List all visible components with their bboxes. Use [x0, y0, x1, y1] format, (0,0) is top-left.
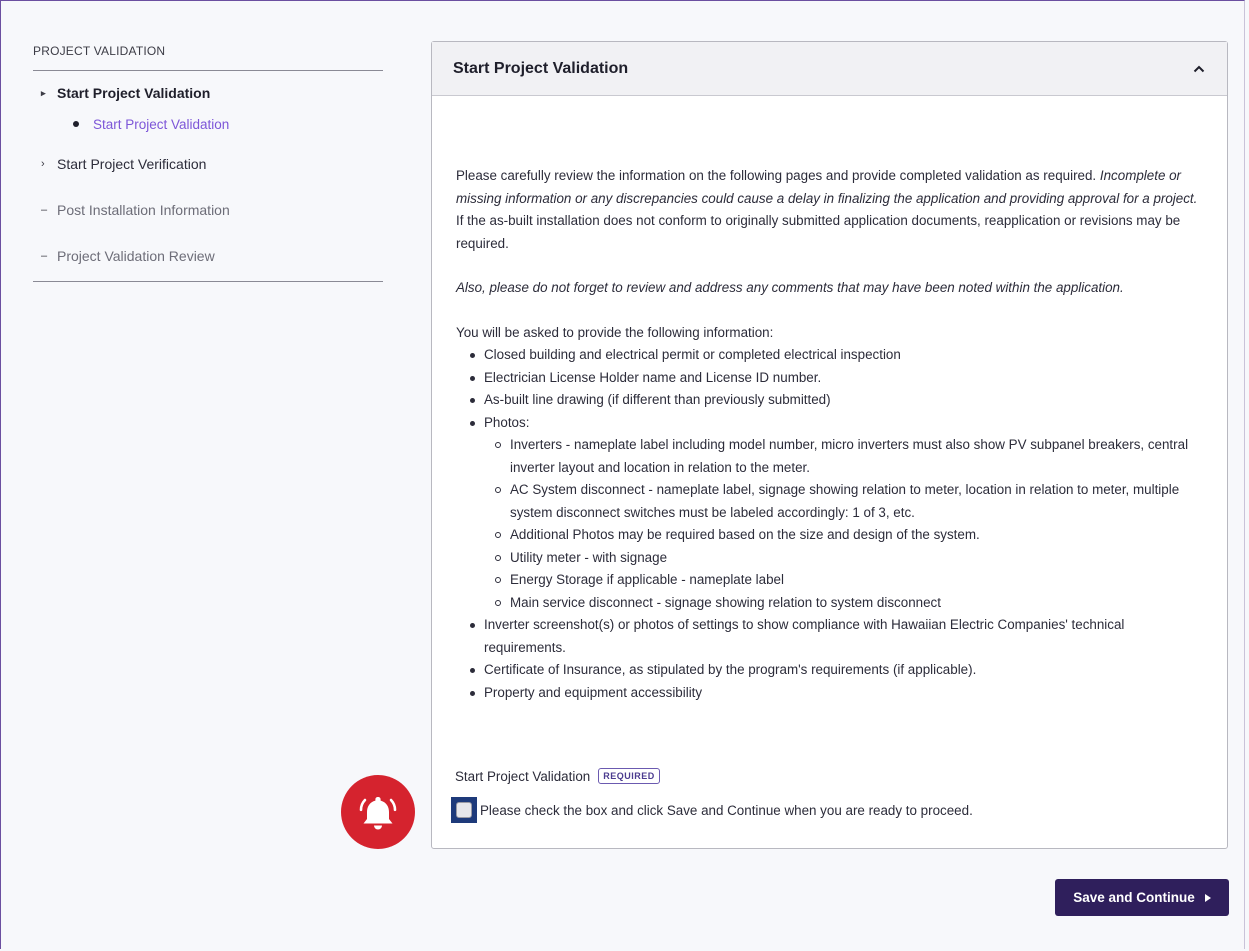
list-item: As-built line drawing (if different than… [470, 389, 1203, 412]
list-item: Additional Photos may be required based … [495, 524, 1203, 547]
save-button-label: Save and Continue [1073, 890, 1195, 905]
sidebar-item-label: Project Validation Review [57, 248, 215, 264]
sidebar-item-label: Start Project Verification [57, 156, 207, 172]
list-item: Closed building and electrical permit or… [470, 344, 1203, 367]
list-item: Inverter screenshot(s) or photos of sett… [470, 614, 1203, 659]
sidebar-item-start-project-verification[interactable]: › Start Project Verification [33, 141, 383, 187]
caret-down-icon: ▸ [41, 87, 46, 98]
validation-panel: Start Project Validation Please carefull… [431, 41, 1228, 849]
list-item: AC System disconnect - nameplate label, … [495, 479, 1203, 524]
bell-alert-icon[interactable] [341, 775, 415, 849]
confirm-field-label: Start Project Validation [455, 768, 591, 784]
intro-text-1: Please carefully review the information … [456, 168, 1097, 183]
confirm-field-label-row: Start Project Validation REQUIRED [455, 768, 660, 784]
sidebar-item-project-validation-review: – Project Validation Review [33, 233, 383, 279]
sidebar-item-label: Post Installation Information [57, 202, 230, 218]
list-item: Property and equipment accessibility [470, 682, 1203, 705]
list-intro: You will be asked to provide the followi… [456, 324, 774, 340]
dash-icon: – [41, 250, 48, 262]
intro-text-2: If the as-built installation does not co… [456, 213, 1181, 251]
panel-title: Start Project Validation [453, 59, 629, 77]
confirm-checkbox-label[interactable]: Please check the box and click Save and … [480, 803, 973, 818]
save-and-continue-button[interactable]: Save and Continue [1055, 879, 1229, 916]
list-item-photos: Photos: Inverters - nameplate label incl… [470, 412, 1203, 615]
sidebar-heading: PROJECT VALIDATION [33, 44, 383, 71]
reminder-text: Also, please do not forget to review and… [456, 277, 1203, 300]
reminder-italic: Also, please do not forget to review and… [456, 280, 1124, 295]
sidebar-nav: PROJECT VALIDATION ▸ Start Project Valid… [33, 44, 383, 282]
confirm-checkbox-row: Please check the box and click Save and … [451, 797, 973, 823]
chevron-right-icon: › [41, 158, 45, 170]
list-item: Electrician License Holder name and Lice… [470, 367, 1203, 390]
list-item: Certificate of Insurance, as stipulated … [470, 659, 1203, 682]
dash-icon: – [41, 204, 48, 216]
checkbox-focus-ring[interactable] [451, 797, 477, 823]
requirements-list: Closed building and electrical permit or… [456, 344, 1203, 704]
caret-right-icon [1204, 890, 1211, 905]
sidebar-list: ▸ Start Project Validation Start Project… [33, 71, 383, 279]
sidebar-item-post-installation-information: – Post Installation Information [33, 187, 383, 233]
intro-paragraph: Please carefully review the information … [456, 165, 1203, 255]
panel-body: Please carefully review the information … [432, 96, 1227, 704]
sidebar-item-label: Start Project Validation [57, 85, 211, 101]
confirm-checkbox[interactable] [456, 802, 472, 818]
list-item: Utility meter - with signage [495, 547, 1203, 570]
required-badge: REQUIRED [598, 768, 660, 784]
list-item: Main service disconnect - signage showin… [495, 592, 1203, 615]
list-item: Energy Storage if applicable - nameplate… [495, 569, 1203, 592]
photos-sublist: Inverters - nameplate label including mo… [484, 434, 1203, 614]
sidebar-item-start-project-validation[interactable]: ▸ Start Project Validation [33, 77, 383, 109]
sidebar-divider [33, 281, 383, 282]
panel-header[interactable]: Start Project Validation [432, 42, 1227, 96]
bullet-icon [73, 121, 79, 127]
chevron-up-icon[interactable] [1191, 61, 1207, 77]
list-item: Inverters - nameplate label including mo… [495, 434, 1203, 479]
photos-label: Photos: [484, 414, 530, 430]
sidebar-subitem-start-project-validation[interactable]: Start Project Validation [33, 109, 383, 139]
sidebar-subitem-label: Start Project Validation [93, 116, 230, 132]
